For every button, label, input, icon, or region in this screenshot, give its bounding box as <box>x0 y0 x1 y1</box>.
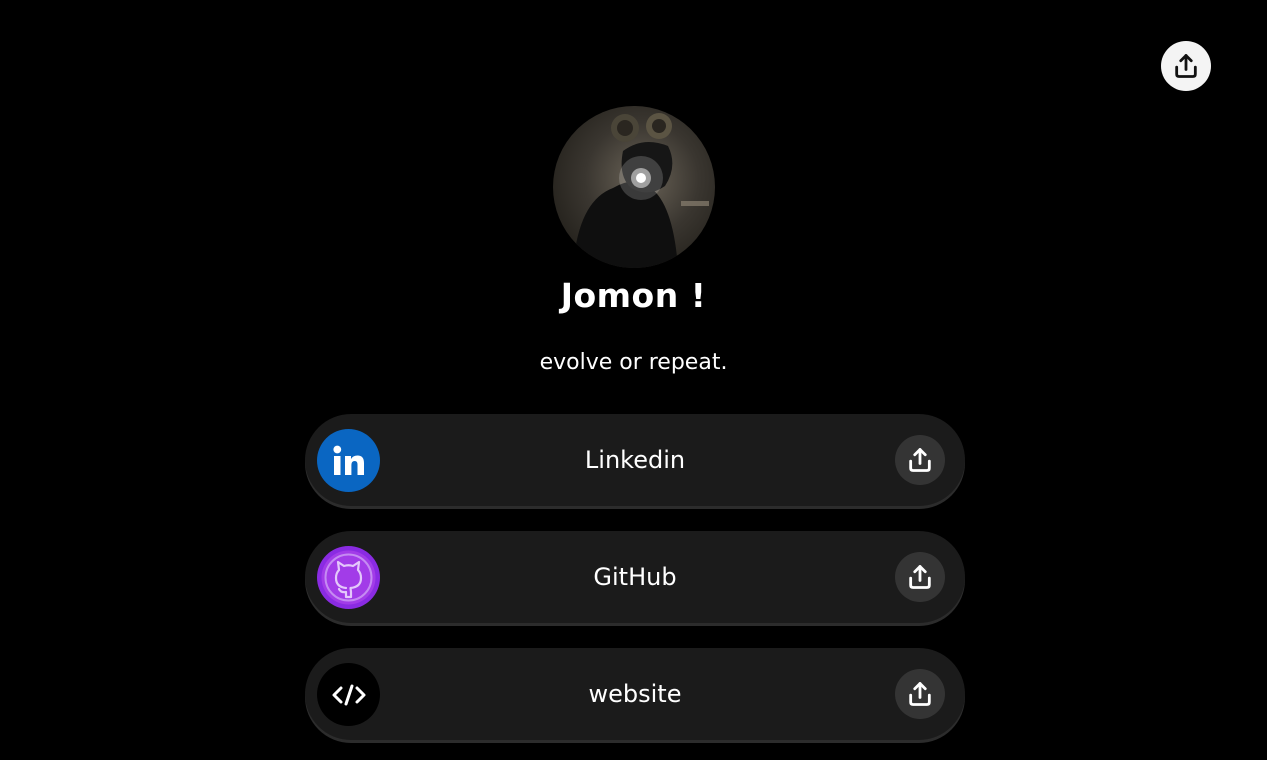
share-link-button[interactable] <box>895 435 945 485</box>
profile-bio: evolve or repeat. <box>539 350 728 375</box>
link-label: Linkedin <box>584 446 686 474</box>
link-card-linkedin[interactable]: Linkedin <box>305 414 965 506</box>
share-upload-icon <box>909 565 931 589</box>
github-icon <box>317 546 380 609</box>
link-tree-page: Jomon ! evolve or repeat. Linkedin GitHu… <box>0 0 1267 760</box>
link-card-github[interactable]: GitHub <box>305 531 965 623</box>
share-upload-icon <box>909 682 931 706</box>
avatar-photo <box>573 113 709 268</box>
linkedin-icon <box>317 429 380 492</box>
share-page-button[interactable] <box>1161 41 1211 91</box>
profile-name: Jomon ! <box>560 276 707 315</box>
share-link-button[interactable] <box>895 669 945 719</box>
link-label: website <box>588 680 682 708</box>
share-upload-icon <box>1175 54 1197 78</box>
code-icon <box>317 663 380 726</box>
links-list: Linkedin GitHub website <box>305 414 965 760</box>
link-label: GitHub <box>593 563 677 591</box>
avatar <box>553 106 715 268</box>
share-upload-icon <box>909 448 931 472</box>
share-link-button[interactable] <box>895 552 945 602</box>
link-card-website[interactable]: website <box>305 648 965 740</box>
